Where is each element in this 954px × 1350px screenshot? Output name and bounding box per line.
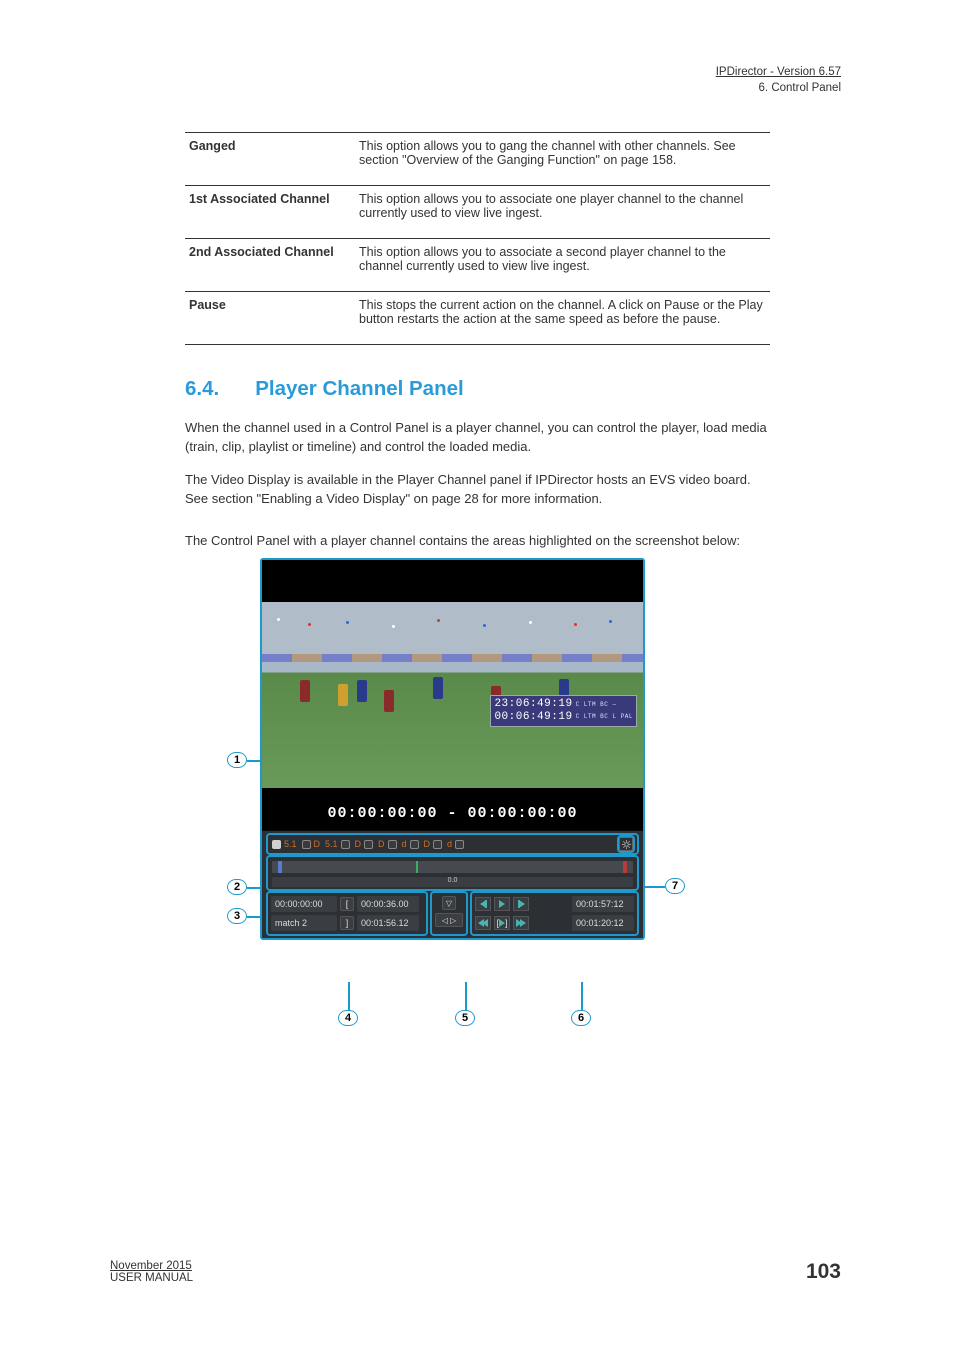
section-number: 6.4.	[185, 377, 219, 401]
gear-icon[interactable]	[619, 837, 633, 851]
video-display[interactable]: 23:06:49:19C LTM BC — 00:06:49:19C LTM B…	[262, 560, 643, 830]
osd-timecode-box: 23:06:49:19C LTM BC — 00:06:49:19C LTM B…	[490, 695, 637, 726]
opt-desc: This option allows you to associate a se…	[355, 239, 770, 292]
audio-ch8-toggle[interactable]	[455, 840, 464, 849]
duration-field: 00:01:57:12	[572, 896, 634, 912]
clip-info-panel: 00:00:00:00 [ 00:00:36.00 match 2 ] 00:0…	[268, 893, 426, 934]
page-number: 103	[806, 1260, 841, 1284]
opt-desc: This option allows you to gang the chann…	[355, 133, 770, 186]
callout-1: 1	[227, 752, 247, 768]
opt-desc: This stops the current action on the cha…	[355, 292, 770, 345]
opt-name: Pause	[185, 292, 355, 345]
callout-6: 6	[571, 1010, 591, 1026]
options-table: Ganged This option allows you to gang th…	[185, 132, 770, 345]
timeline-bar[interactable]	[272, 861, 633, 873]
body-para-1: When the channel used in a Control Panel…	[185, 419, 770, 457]
clip-name-field[interactable]: match 2	[271, 915, 337, 931]
step-back-button[interactable]	[475, 897, 491, 911]
player-panel: 23:06:49:19C LTM BC — 00:06:49:19C LTM B…	[260, 558, 645, 940]
jog-lr-button[interactable]: ◁ ▷	[435, 913, 463, 927]
speed-scale[interactable]: 0.0	[272, 877, 633, 887]
in-out-tc-overlay: 00:00:00:00 - 00:00:00:00	[262, 805, 643, 822]
mark-in-indicator[interactable]	[278, 861, 282, 873]
opt-name: 1st Associated Channel	[185, 186, 355, 239]
out-tc-field[interactable]: 00:01:56.12	[357, 915, 419, 931]
opt-name: 2nd Associated Channel	[185, 239, 355, 292]
dropdown-icon[interactable]: ▽	[442, 896, 456, 910]
section-title: Player Channel Panel	[255, 377, 464, 401]
remaining-field: 00:01:20:12	[572, 915, 634, 931]
audio-ch3-toggle[interactable]	[341, 840, 350, 849]
audio-ch6-toggle[interactable]	[410, 840, 419, 849]
in-tc-field[interactable]: 00:00:36.00	[357, 896, 419, 912]
mark-in-button[interactable]: [	[340, 897, 354, 911]
fast-forward-button[interactable]	[513, 916, 529, 930]
callout-4: 4	[338, 1010, 358, 1026]
callout-2: 2	[227, 879, 247, 895]
audio-ch7-toggle[interactable]	[433, 840, 442, 849]
step-forward-button[interactable]	[513, 897, 529, 911]
audio-ch4-toggle[interactable]	[364, 840, 373, 849]
transport-panel: 00:01:57:12 [] 00:01:20:12	[472, 893, 637, 934]
rewind-button[interactable]	[475, 916, 491, 930]
tc-field[interactable]: 00:00:00:00	[271, 896, 337, 912]
audio-ch1-toggle[interactable]	[272, 840, 281, 849]
footer-left: November 2015 USER MANUAL	[110, 1260, 193, 1284]
playhead-indicator[interactable]	[416, 861, 418, 873]
page-run-header: IPDirector - Version 6.57 6. Control Pan…	[716, 65, 841, 96]
play-in-out-button[interactable]: []	[494, 916, 510, 930]
mark-out-indicator[interactable]	[623, 861, 627, 873]
hdr-product: IPDirector - Version 6.57	[716, 65, 841, 81]
callout-3: 3	[227, 908, 247, 924]
opt-name: Ganged	[185, 133, 355, 186]
player-figure: 1 2 3 7 4 5 6	[185, 558, 770, 1038]
jog-panel: ▽ ◁ ▷	[432, 893, 466, 934]
opt-desc: This option allows you to associate one …	[355, 186, 770, 239]
timeline-box[interactable]: 0.0	[268, 857, 637, 889]
figure-leadin: The Control Panel with a player channel …	[185, 533, 770, 548]
callout-7: 7	[665, 878, 685, 894]
body-para-2: The Video Display is available in the Pl…	[185, 471, 770, 509]
play-button[interactable]	[494, 897, 510, 911]
mark-out-button[interactable]: ]	[340, 916, 354, 930]
audio-channels-row[interactable]: 5.1 D 5.1 D D d D d	[268, 835, 637, 853]
audio-ch5-toggle[interactable]	[388, 840, 397, 849]
callout-5: 5	[455, 1010, 475, 1026]
hdr-chapter: 6. Control Panel	[759, 82, 841, 94]
audio-ch2-toggle[interactable]	[302, 840, 311, 849]
